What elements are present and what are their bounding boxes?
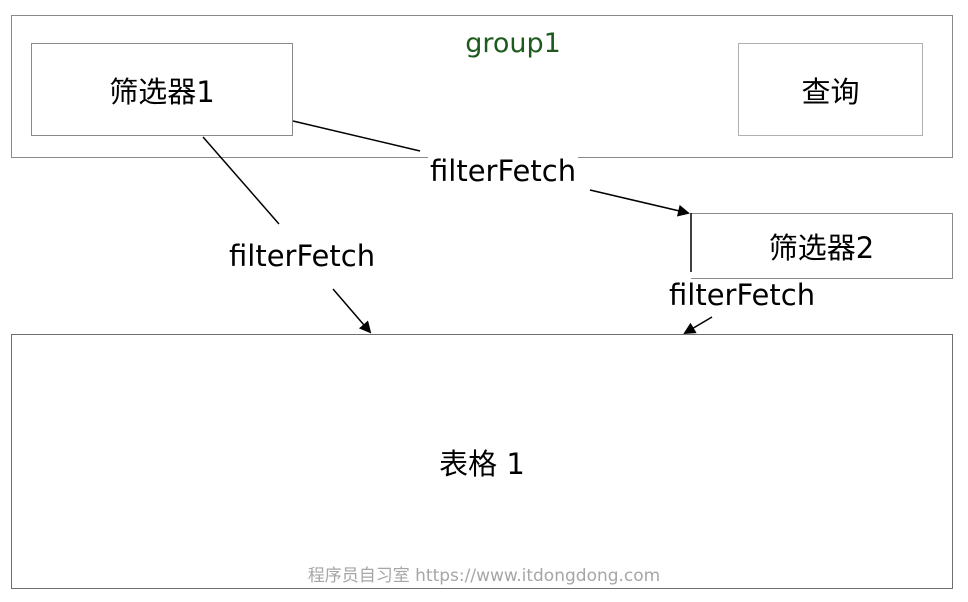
- table-node-1-label: 表格 1: [439, 446, 525, 481]
- edge-line-1b: [589, 189, 690, 217]
- filter-node-1-label: 筛选器1: [109, 74, 215, 109]
- edge-line-2b: [332, 288, 372, 334]
- edge-label-filterfetch-3: filterFetch: [669, 278, 816, 312]
- edge-line-3b: [683, 316, 713, 335]
- edge-label-filterfetch-2: filterFetch: [229, 239, 376, 273]
- filter-node-1[interactable]: 筛选器1: [31, 43, 293, 136]
- edge-label-filterfetch-1: filterFetch: [428, 154, 579, 188]
- filter-node-2[interactable]: 筛选器2: [691, 213, 953, 279]
- table-node-1[interactable]: 表格 1: [11, 334, 953, 589]
- query-node-label: 查询: [801, 74, 860, 109]
- watermark: 程序员自习室 https://www.itdongdong.com: [307, 566, 661, 586]
- query-node[interactable]: 查询: [738, 43, 923, 136]
- filter-node-2-label: 筛选器2: [768, 231, 875, 265]
